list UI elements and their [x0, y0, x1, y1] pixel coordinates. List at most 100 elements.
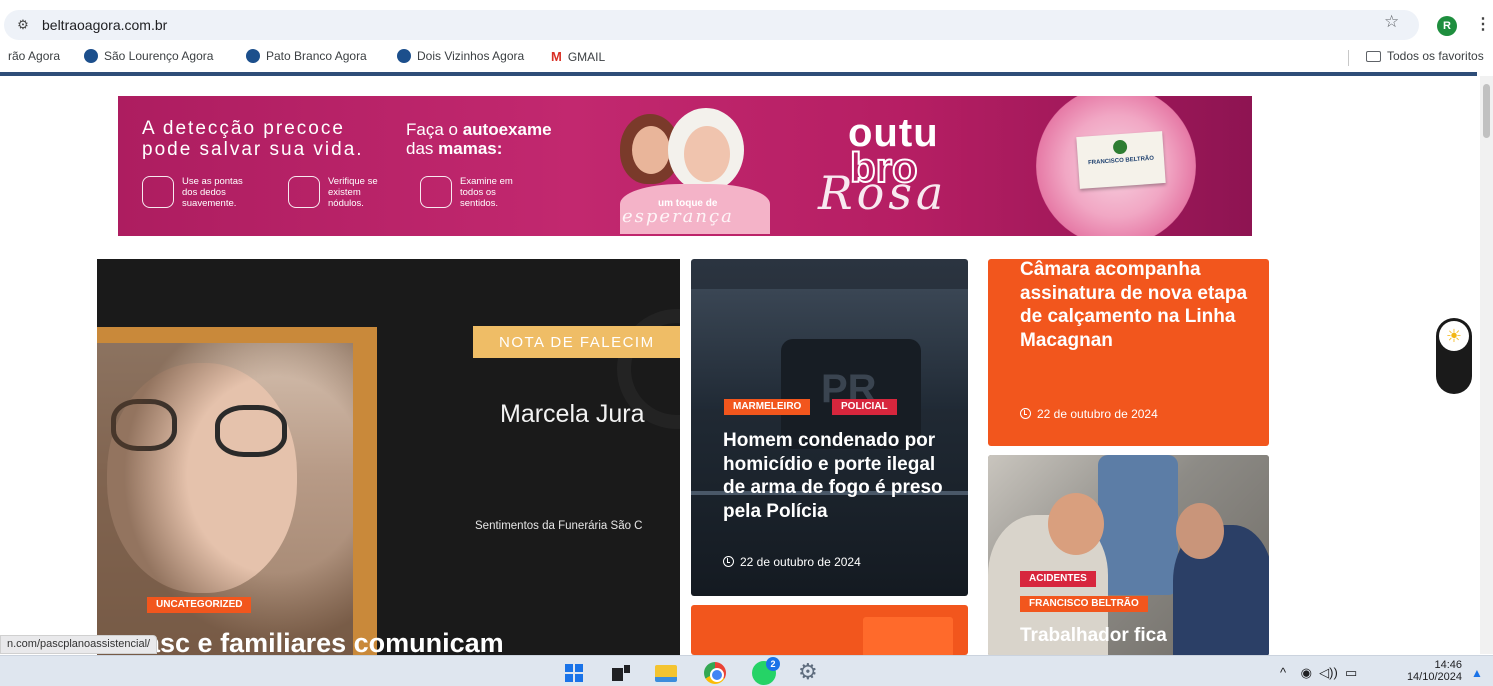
clock-time: 14:46 [1434, 659, 1462, 671]
post-card-policial[interactable]: PR MARMELEIRO POLICIAL Homem condenado p… [691, 259, 968, 596]
clock-icon [723, 556, 734, 567]
banner-autoexame-line1: Faça o autoexame [406, 120, 552, 140]
chrome-icon[interactable] [704, 662, 726, 684]
step-text: Examine em todos os sentidos. [460, 176, 513, 209]
person-legs [1098, 455, 1178, 595]
site-favicon-icon [84, 49, 98, 63]
browser-toolbar: ⚙ beltraoagora.com.br ☆ R ⋮ [0, 6, 1493, 44]
woman-face [632, 126, 670, 174]
condolence-text: Sentimentos da Funerária São C [475, 520, 643, 532]
folder-icon [1366, 50, 1381, 62]
all-bookmarks-folder[interactable]: Todos os favoritos [1366, 49, 1484, 63]
post-title[interactable]: Câmara acompanha assinatura de nova etap… [1020, 259, 1250, 352]
profile-avatar[interactable]: R [1437, 16, 1457, 36]
city-council-seal: FRANCISCO BELTRÃO [1076, 131, 1166, 189]
start-menu-icon[interactable] [565, 664, 583, 682]
notification-bell-icon[interactable]: ▲ [1471, 666, 1483, 680]
step-text: Verifique se existem nódulos. [328, 176, 378, 209]
bookmark-star-icon[interactable]: ☆ [1384, 12, 1399, 32]
hand-icon [288, 176, 320, 208]
system-tray[interactable]: ^ ◉ ◁)) ▭ [1280, 665, 1357, 681]
banner-autoexame-line2: das mamas: [406, 139, 502, 159]
date-text: 22 de outubro de 2024 [1037, 407, 1158, 421]
bookmark-label: Pato Branco Agora [266, 49, 367, 63]
hand-icon [420, 176, 452, 208]
post-date: 22 de outubro de 2024 [723, 555, 861, 569]
task-view-icon[interactable] [612, 665, 630, 681]
notification-badge: 2 [766, 657, 780, 671]
address-bar[interactable]: ⚙ beltraoagora.com.br [4, 10, 1419, 40]
post-card-camara[interactable]: Câmara acompanha assinatura de nova etap… [988, 259, 1269, 446]
banner-text-bold: mamas: [438, 139, 503, 158]
deceased-name: Marcela Jura [500, 400, 645, 428]
bookmark-gmail[interactable]: M GMAIL [551, 49, 605, 64]
banner-step-3: Examine em todos os sentidos. [420, 176, 530, 209]
bookmark-label: São Lourenço Agora [104, 49, 214, 63]
url-text[interactable]: beltraoagora.com.br [42, 17, 167, 33]
coat-of-arms-icon [1112, 139, 1128, 155]
volume-icon[interactable]: ◁)) [1319, 665, 1338, 680]
battery-icon[interactable]: ▭ [1345, 665, 1357, 680]
bookmark-label: GMAIL [567, 49, 606, 64]
link-status-preview: n.com/pascplanoassistencial/ [0, 635, 158, 654]
settings-gear-icon[interactable]: ⚙ [798, 660, 818, 684]
featured-post-card[interactable]: NOTA DE FALECIM Marcela Jura Sentimentos… [97, 259, 680, 656]
banner-headline-line1: A detecção precoce [142, 118, 345, 139]
taskbar-clock[interactable]: 14:46 14/10/2024 [1396, 659, 1462, 683]
outubro-rosa-banner[interactable]: A detecção precoce pode salvar sua vida.… [118, 96, 1252, 236]
bookmark-pato-branco[interactable]: Pato Branco Agora [246, 49, 367, 63]
all-bookmarks-label: Todos os favoritos [1387, 49, 1484, 63]
card-image-placeholder [863, 617, 953, 655]
banner-text-bold: autoexame [462, 120, 552, 139]
bookmark-beltrao[interactable]: rão Agora [8, 49, 60, 63]
woman-face [684, 126, 730, 182]
post-title[interactable]: Trabalhador fica [1020, 625, 1167, 647]
category-tag[interactable]: MARMELEIRO [724, 399, 811, 415]
banner-headline-line2: pode salvar sua vida. [142, 139, 364, 160]
gmail-icon: M [551, 49, 562, 64]
bookmark-label: Dois Vizinhos Agora [417, 49, 525, 63]
banner-step-2: Verifique se existem nódulos. [288, 176, 390, 209]
bookmark-label: rão Agora [8, 49, 61, 63]
windows-taskbar: 2 ⚙ ^ ◉ ◁)) ▭ 14:46 14/10/2024 ▲ [0, 655, 1493, 686]
browser-menu-icon[interactable]: ⋮ [1475, 14, 1491, 34]
banner-step-1: Use as pontas dos dedos suavemente. [142, 176, 252, 209]
site-favicon-icon [397, 49, 411, 63]
step-text: Use as pontas dos dedos suavemente. [182, 176, 243, 209]
wifi-icon[interactable]: ◉ [1301, 665, 1312, 680]
worker-head [1048, 493, 1104, 555]
date-text: 22 de outubro de 2024 [740, 555, 861, 569]
bookmark-dois-vizinhos[interactable]: Dois Vizinhos Agora [397, 49, 524, 63]
site-favicon-icon [246, 49, 260, 63]
sun-icon[interactable]: ☀ [1439, 321, 1469, 351]
site-settings-icon[interactable]: ⚙ [14, 16, 32, 34]
bookmark-sao-lourenco[interactable]: São Lourenço Agora [84, 49, 213, 63]
category-tag[interactable]: FRANCISCO BELTRÃO [1020, 596, 1148, 612]
clock-date: 14/10/2024 [1406, 671, 1462, 683]
banner-esperanca: esperança [622, 206, 734, 227]
banner-text: das [406, 139, 439, 158]
featured-headline[interactable]: asc e familiares comunicam [145, 628, 504, 656]
bookmarks-divider [1348, 50, 1349, 66]
bookmarks-bar: rão Agora São Lourenço Agora Pato Branco… [0, 46, 1493, 68]
category-tag[interactable]: POLICIAL [832, 399, 897, 415]
seal-text: FRANCISCO BELTRÃO [1087, 155, 1155, 167]
page-scrollbar[interactable] [1480, 76, 1493, 654]
dark-mode-toggle[interactable]: ☀ [1436, 318, 1472, 394]
obituary-label: NOTA DE FALECIM [499, 334, 655, 351]
banner-toque: um toque de [658, 198, 718, 209]
scrollbar-thumb[interactable] [1483, 84, 1490, 138]
hand-icon [142, 176, 174, 208]
site-nav-rule [0, 72, 1477, 76]
post-date: 22 de outubro de 2024 [1020, 407, 1158, 421]
category-tag[interactable]: UNCATEGORIZED [147, 597, 252, 613]
obituary-label-box: NOTA DE FALECIM [473, 326, 680, 358]
post-title[interactable]: Homem condenado por homicídio e porte il… [723, 429, 958, 523]
post-card-partial[interactable] [691, 605, 968, 655]
chevron-up-icon[interactable]: ^ [1280, 665, 1286, 680]
screen: ⚙ beltraoagora.com.br ☆ R ⋮ rão Agora Sã… [0, 0, 1493, 686]
post-card-acidentes[interactable]: ACIDENTES FRANCISCO BELTRÃO Trabalhador … [988, 455, 1269, 656]
category-tag[interactable]: ACIDENTES [1020, 571, 1096, 587]
file-explorer-icon[interactable] [655, 665, 677, 682]
banner-text: Faça o [406, 120, 463, 139]
